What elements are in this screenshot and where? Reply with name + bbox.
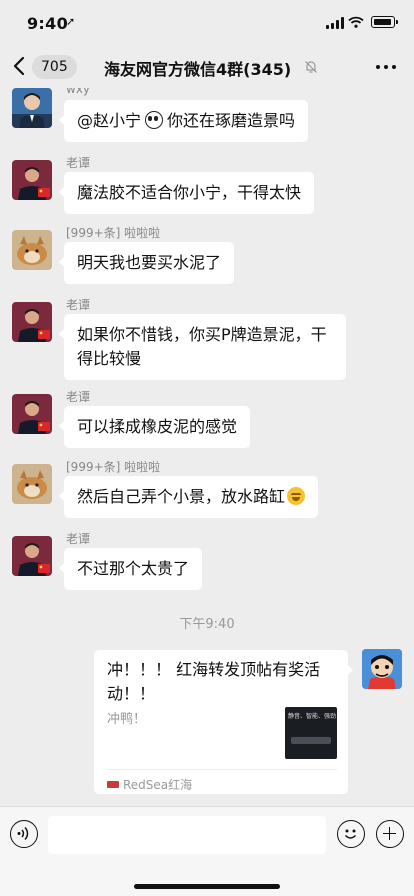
panda-emoji-icon [145,111,164,129]
message-text: 你还在琢磨造景吗 [167,111,296,130]
source-name: RedSea红海 [123,778,193,792]
link-card-description: 冲鸭！ [107,712,147,727]
message-text: 魔法胶不适合你小宁，干得太快 [77,183,302,202]
message-bubble[interactable]: 魔法胶不适合你小宁，干得太快 [58,172,315,214]
chevron-left-icon [13,56,25,76]
link-card-message[interactable]: 冲！！！ 红海转发顶帖有奖活动！！ 冲鸭！ 静音、智能、强劲 RedSea红海 [94,650,353,794]
message-bubble[interactable]: 不过那个太贵了 [58,548,203,590]
grin-emoji-icon [287,487,306,505]
emoji-button[interactable] [337,820,365,848]
message-bubble[interactable]: 明天我也要买水泥了 [58,242,235,284]
thumbnail-text: 静音、智能、强劲 [288,713,337,720]
voice-icon [17,826,29,841]
group-title: 海友网官方微信4群(345) [104,60,292,79]
more-options-button[interactable] [374,58,398,76]
message-text: 不过那个太贵了 [77,559,190,578]
sender-name: [999+条] 啦啦啦 [66,226,161,240]
avatar[interactable] [12,160,52,200]
avatar[interactable] [12,230,52,270]
message-text: 可以揉成橡皮泥的感觉 [77,417,238,436]
unread-count-badge: 705 [32,55,77,79]
avatar[interactable] [12,88,52,128]
cellular-signal-icon [326,17,344,29]
sender-name: wxy [66,88,91,96]
message-text: 然后自己弄个小景，放水路缸 [77,487,286,506]
message-bubble[interactable]: 如果你不惜钱，你买P牌造景泥，干得比较慢 [59,314,346,380]
more-actions-button[interactable] [376,820,404,848]
back-button[interactable]: 705 [12,54,77,80]
sender-name: 老谭 [66,390,91,404]
divider [107,769,337,770]
input-bar [0,806,414,896]
location-arrow-icon: ➚ [66,15,76,28]
message-text: 明天我也要买水泥了 [77,253,222,272]
home-indicator [134,884,280,889]
link-card-thumbnail: 静音、智能、强劲 [285,707,337,759]
message-input[interactable] [48,816,326,854]
chat-header: 705 海友网官方微信4群(345) [0,46,414,88]
bell-mute-icon [305,61,317,73]
link-card-title: 冲！！！ 红海转发顶帖有奖活动！！ [107,660,321,703]
status-bar: 9:40 ➚ [0,0,414,46]
link-card-source: RedSea红海 [107,776,192,793]
battery-icon [371,16,398,28]
message-text: 如果你不惜钱，你买P牌造景泥，干得比较慢 [77,325,327,368]
status-time: 9:40 [27,14,68,33]
avatar[interactable] [12,394,52,434]
voice-input-button[interactable] [10,820,38,848]
message-bubble[interactable]: 可以揉成橡皮泥的感觉 [58,406,251,448]
avatar[interactable] [12,536,52,576]
message-text: @赵小宁 [77,111,142,130]
timestamp-separator: 下午9:40 [179,617,235,632]
sender-name: 老谭 [66,298,91,312]
redsea-logo-icon [107,781,119,788]
wifi-icon [348,16,364,28]
smiley-icon [344,829,357,839]
message-list[interactable]: wxy @赵小宁 你还在琢磨造景吗 老谭 魔法胶不适合你小宁，干得太快 [999+… [0,88,414,806]
message-bubble[interactable]: 然后自己弄个小景，放水路缸 [58,476,319,518]
sender-name: [999+条] 啦啦啦 [66,460,161,474]
avatar[interactable] [12,302,52,342]
message-bubble[interactable]: @赵小宁 你还在琢磨造景吗 [58,100,309,142]
sender-name: 老谭 [66,156,91,170]
my-avatar[interactable] [362,649,402,689]
avatar[interactable] [12,464,52,504]
sender-name: 老谭 [66,532,91,546]
